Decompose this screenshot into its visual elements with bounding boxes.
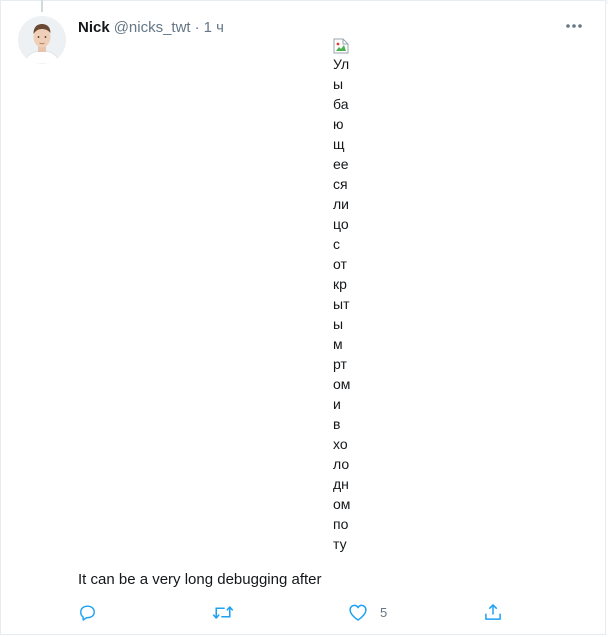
more-icon bbox=[566, 24, 582, 28]
tweet-header: Nick @nicks_twt · 1 ч bbox=[78, 17, 224, 37]
avatar[interactable] bbox=[18, 16, 66, 64]
author-name[interactable]: Nick bbox=[78, 19, 110, 36]
tweet-text: It can be a very long debugging after bbox=[78, 571, 322, 588]
header-separator: · bbox=[194, 18, 200, 36]
share-button[interactable] bbox=[483, 600, 503, 624]
tweet-actions-bar: 5 bbox=[0, 600, 608, 624]
tweet-card[interactable] bbox=[0, 0, 606, 635]
retweet-icon bbox=[212, 605, 234, 619]
like-button[interactable]: 5 bbox=[348, 600, 387, 624]
more-options-button[interactable] bbox=[564, 16, 584, 36]
tweet-timestamp[interactable]: 1 ч bbox=[204, 19, 224, 36]
thread-connector-line bbox=[41, 0, 43, 12]
heart-icon bbox=[349, 604, 367, 621]
broken-image-icon bbox=[333, 38, 349, 54]
tweet-image[interactable]: Улыбающееся лицо с открытым ртом и в хол… bbox=[333, 38, 351, 594]
retweet-button[interactable] bbox=[212, 600, 234, 624]
avatar-image bbox=[18, 16, 66, 64]
share-icon bbox=[485, 604, 501, 620]
reply-button[interactable] bbox=[78, 600, 97, 624]
image-alt-text: Улыбающееся лицо с открытым ртом и в хол… bbox=[333, 56, 351, 552]
reply-icon bbox=[80, 604, 95, 621]
author-handle[interactable]: @nicks_twt bbox=[114, 19, 191, 36]
like-count: 5 bbox=[380, 604, 388, 620]
